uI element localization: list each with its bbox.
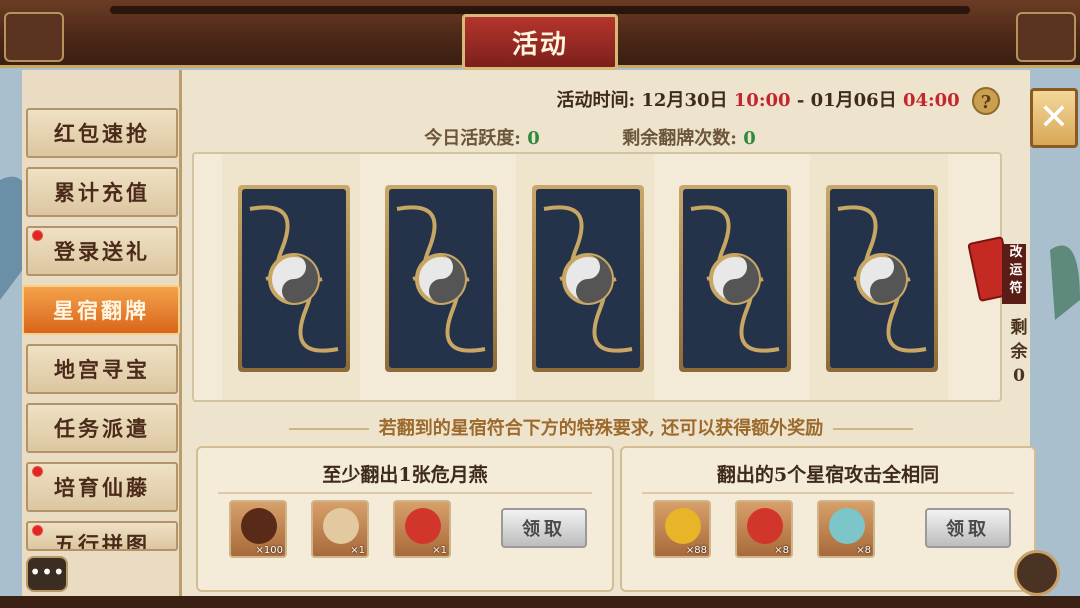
reward-item[interactable]: ×8 (735, 500, 793, 558)
activity-label: 今日活跃度: (424, 128, 521, 149)
event-time: 活动时间: 12月30日 10:00 - 01月06日 04:00 ? (190, 86, 1000, 115)
bonus-hint: 若翻到的星宿符合下方的特殊要求, 还可以获得额外奖励 (196, 414, 1006, 440)
flip-card[interactable] (826, 185, 938, 372)
end-time: 04:00 (902, 90, 960, 111)
reward-item[interactable]: ×1 (393, 500, 451, 558)
remain-value: 0 (1013, 366, 1025, 386)
reward-title: 翻出的5个星宿攻击全相同 (716, 464, 940, 486)
flips-label: 剩余翻牌次数: (622, 128, 737, 149)
flips-value: 0 (743, 128, 756, 149)
sidebar-item-red-packet[interactable]: 红包速抢 (26, 108, 178, 158)
close-icon: ✕ (1038, 97, 1070, 138)
sidebar-item-vine[interactable]: 培育仙藤 (26, 462, 178, 512)
chat-icon: ••• (29, 560, 65, 584)
gold-ingot-icon (665, 508, 701, 544)
sidebar-item-puzzle[interactable]: 五行拼图 (26, 521, 178, 551)
time-separator: - (796, 90, 805, 111)
reward-item[interactable]: ×100 (229, 500, 287, 558)
flip-card[interactable] (385, 185, 497, 372)
scroll-icon (241, 508, 277, 544)
remain-label: 剩余 (1010, 318, 1028, 362)
yin-yang-icon (837, 205, 927, 353)
flip-card[interactable] (238, 185, 350, 372)
stats-row: 今日活跃度: 0 剩余翻牌次数: 0 (190, 124, 990, 149)
fortune-charm[interactable]: 改运符 (967, 236, 1028, 308)
spirit-orb-icon (829, 508, 865, 544)
corner-ornament-right (1016, 12, 1076, 62)
reward-item[interactable]: ×1 (311, 500, 369, 558)
money-bag-icon (323, 508, 359, 544)
flip-card[interactable] (679, 185, 791, 372)
claim-button[interactable]: 领取 (925, 508, 1011, 548)
sidebar-item-star-flip[interactable]: 星宿翻牌 (22, 285, 180, 335)
chat-button[interactable]: ••• (26, 556, 68, 592)
yin-yang-icon (396, 205, 486, 353)
close-button[interactable]: ✕ (1030, 88, 1078, 148)
time-label: 活动时间: (556, 90, 636, 111)
activity-value: 0 (527, 128, 540, 149)
sidebar-item-palace-treasure[interactable]: 地宫寻宝 (26, 344, 178, 394)
fan-menu-button[interactable] (1014, 550, 1060, 596)
notification-dot (32, 230, 43, 241)
notification-dot (32, 466, 43, 477)
yin-yang-icon (543, 205, 633, 353)
sidebar-item-recharge[interactable]: 累计充值 (26, 167, 178, 217)
bottom-trim (0, 596, 1080, 608)
notification-dot (32, 525, 43, 536)
reward-title: 至少翻出1张危月燕 (322, 464, 488, 486)
red-pouch-icon (747, 508, 783, 544)
start-date: 12月30日 (641, 90, 728, 111)
sidebar-item-dispatch[interactable]: 任务派遣 (26, 403, 178, 453)
fortune-remaining: 剩余 0 (1008, 316, 1030, 388)
reward-item[interactable]: ×8 (817, 500, 875, 558)
claim-button[interactable]: 领取 (501, 508, 587, 548)
fortune-label: 改运符 (1009, 245, 1023, 296)
sidebar-item-login-gift[interactable]: 登录送礼 (26, 226, 178, 276)
yin-yang-icon (690, 205, 780, 353)
corner-ornament-left (4, 12, 64, 62)
red-pouch-icon (405, 508, 441, 544)
help-icon[interactable]: ? (972, 87, 1000, 115)
reward-item[interactable]: ×88 (653, 500, 711, 558)
window-title: 活动 (462, 14, 618, 70)
end-date: 01月06日 (810, 90, 897, 111)
yin-yang-icon (249, 205, 339, 353)
start-time: 10:00 (733, 90, 791, 111)
flip-card[interactable] (532, 185, 644, 372)
sidebar: 红包速抢 累计充值 登录送礼 星宿翻牌 地宫寻宝 任务派遣 培育仙藤 五行拼图 (22, 70, 182, 600)
